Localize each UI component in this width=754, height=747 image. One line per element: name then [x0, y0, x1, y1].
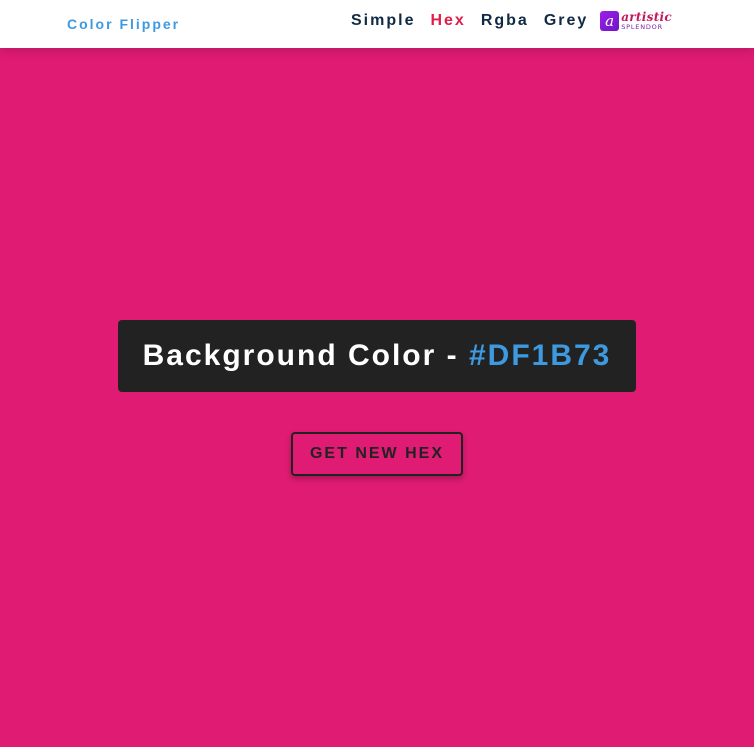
- logo-word: artistic: [621, 10, 672, 25]
- nav-link-grey[interactable]: Grey: [544, 11, 588, 31]
- logo-sub: SPLENDOR: [621, 23, 663, 32]
- get-new-hex-button[interactable]: GET NEW HEX: [291, 432, 463, 476]
- color-value: #DF1B73: [468, 339, 612, 372]
- color-label: Background Color -: [142, 339, 469, 372]
- navbar: Color Flipper Simple Hex Rgba Grey a art…: [0, 0, 754, 48]
- artistic-splendor-logo[interactable]: a artistic SPLENDOR: [600, 9, 672, 33]
- nav-link-rgba[interactable]: Rgba: [481, 11, 529, 31]
- logo-text: artistic SPLENDOR: [621, 11, 672, 31]
- brand-link[interactable]: Color Flipper: [67, 16, 180, 32]
- color-display-panel: Background Color - #DF1B73: [118, 320, 636, 392]
- nav-links: Simple Hex Rgba Grey: [351, 11, 603, 31]
- nav-link-hex[interactable]: Hex: [430, 11, 465, 31]
- page-body: { "navbar": { "brand": "Color Flipper", …: [0, 0, 754, 747]
- nav-link-simple[interactable]: Simple: [351, 11, 415, 31]
- logo-mark-icon: a: [600, 11, 620, 31]
